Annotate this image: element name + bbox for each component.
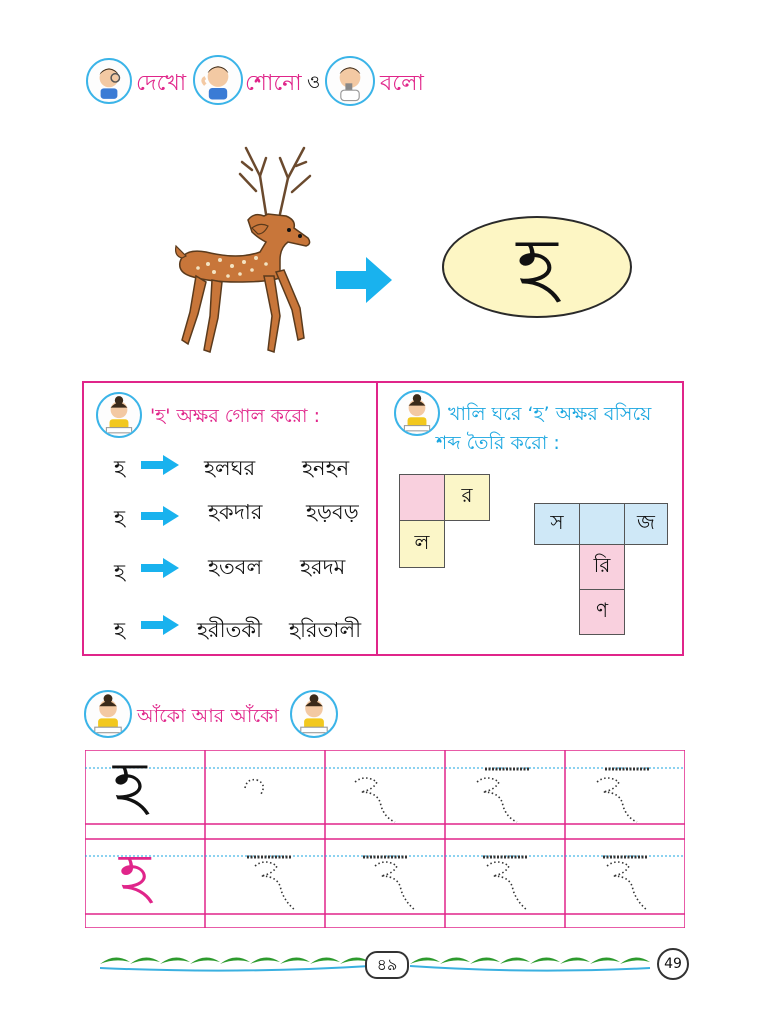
row-word[interactable]: হতবল (208, 551, 262, 586)
tracing-grid[interactable] (85, 750, 685, 928)
kid-drawing-icon (84, 690, 132, 738)
row-word[interactable]: হলঘর (204, 452, 255, 487)
arrow-right-icon (141, 506, 179, 526)
puzzle2-cell-left: স (534, 503, 580, 545)
kid-looking-icon (86, 58, 132, 104)
row-letter: হ (114, 618, 126, 642)
row-word[interactable]: হরীতকী (197, 614, 262, 649)
row-letter: হ (114, 506, 126, 530)
arrow-right-icon (141, 615, 179, 635)
model-letter-pink: হ (119, 841, 151, 911)
row-word[interactable]: হরিতালী (289, 614, 361, 649)
puzzle1-cell-top-right: র (444, 474, 490, 521)
panel-divider (376, 381, 378, 656)
blank-cell[interactable] (579, 503, 625, 545)
header-word-hear: শোনো (245, 71, 302, 96)
arrow-right-icon (141, 455, 179, 475)
puzzle2-cell-right: জ (624, 503, 668, 545)
kid-writing-icon (96, 392, 142, 438)
puzzle1-cell-bottom-left: ল (399, 520, 445, 568)
header-connector: ও (307, 72, 321, 93)
row-word[interactable]: হকদার (208, 496, 262, 531)
hero-letter-ellipse: হ (442, 216, 632, 318)
puzzle2-cell-bottom: ণ (579, 589, 625, 635)
fill-instruction: খালি ঘরে ‘হ’ অক্ষর বসিয়ে শব্দ তৈরি করো … (436, 400, 652, 459)
model-letter-black: হ (113, 749, 147, 823)
arrow-right-icon (336, 257, 392, 303)
row-word[interactable]: হনহন (302, 452, 349, 487)
header-word-see: দেখো (136, 71, 187, 96)
drawing-title: আঁকো আর আঁকো (137, 705, 279, 727)
hero-letter: হ (516, 222, 558, 312)
page-number-bengali: ৪৯ (365, 951, 409, 979)
puzzle2-cell-mid: রি (579, 544, 625, 590)
kid-writing-icon (394, 390, 440, 436)
page-number: 49 (657, 948, 689, 980)
row-letter: হ (114, 560, 126, 584)
header-word-say: বলো (380, 71, 424, 96)
circle-instruction: 'হ' অক্ষর গোল করো : (150, 405, 321, 427)
deer-illustration (175, 146, 312, 353)
fill-instruction-line2: শব্দ তৈরি করো : (436, 432, 560, 455)
row-word[interactable]: হরদম (300, 551, 345, 586)
kid-drawing-icon (290, 690, 338, 738)
row-word[interactable]: হড়বড় (306, 496, 359, 531)
kid-speaking-icon (325, 56, 375, 106)
kid-listening-icon (193, 55, 243, 105)
fill-instruction-line1: খালি ঘরে ‘হ’ অক্ষর বসিয়ে (448, 403, 652, 425)
blank-cell[interactable] (399, 474, 445, 521)
row-letter: হ (114, 456, 126, 480)
arrow-right-icon (141, 558, 179, 578)
